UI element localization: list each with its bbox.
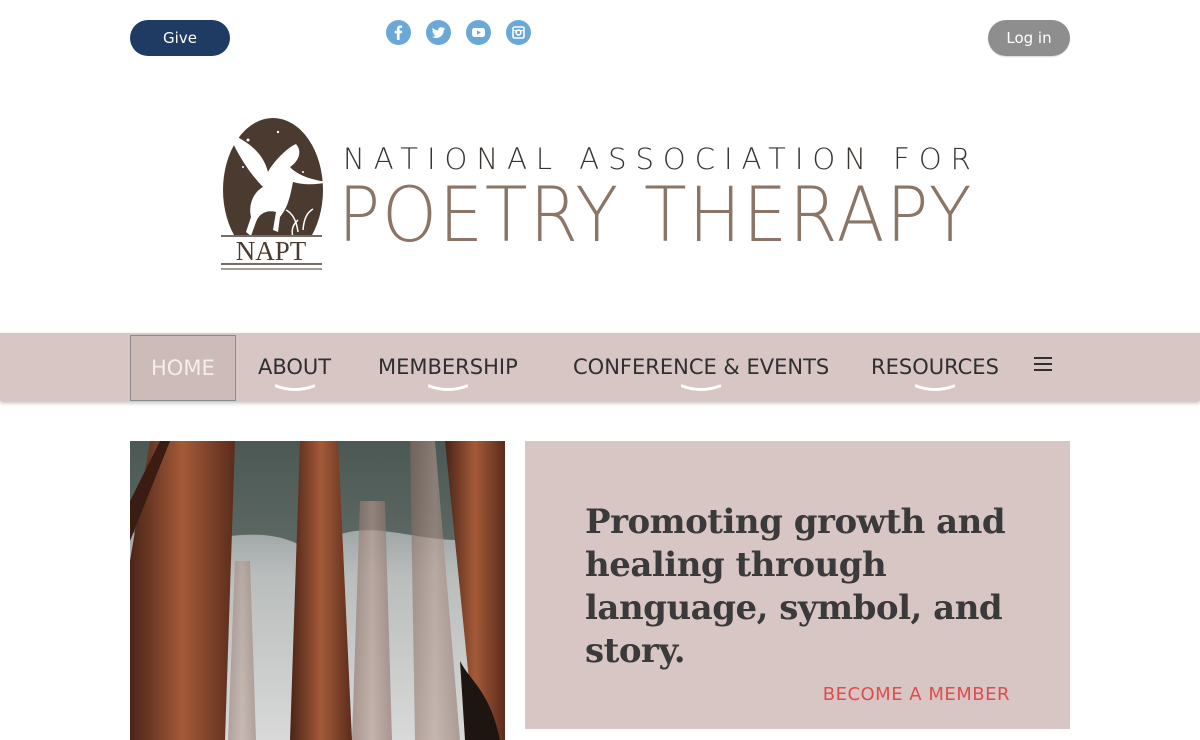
nav-item-home[interactable]: HOME <box>130 335 236 401</box>
become-member-link[interactable]: BECOME A MEMBER <box>823 684 1010 705</box>
nav-item-label: HOME <box>151 356 215 380</box>
submenu-indicator-icon <box>274 384 315 391</box>
nav-item-label: MEMBERSHIP <box>378 355 518 379</box>
pegasus-emblem-icon: NAPT <box>218 118 328 270</box>
site-logo[interactable]: NAPT NATIONAL ASSOCIATION FOR POETRY THE… <box>218 112 988 282</box>
social-links <box>386 20 531 45</box>
svg-text:NAPT: NAPT <box>236 236 307 266</box>
logo-title-line2: POETRY THERAPY <box>338 170 974 259</box>
submenu-indicator-icon <box>427 384 468 391</box>
instagram-icon[interactable] <box>506 20 531 45</box>
hero-card: Promoting growth and healing through lan… <box>525 441 1070 729</box>
facebook-icon[interactable] <box>386 20 411 45</box>
nav-item-label: ABOUT <box>258 355 332 379</box>
nav-item-membership[interactable]: MEMBERSHIP <box>378 333 518 401</box>
youtube-icon[interactable] <box>466 20 491 45</box>
submenu-indicator-icon <box>681 384 722 391</box>
main-navigation: HOME ABOUT MEMBERSHIP CONFERENCE & EVENT… <box>0 333 1200 401</box>
nav-item-conference-events[interactable]: CONFERENCE & EVENTS <box>573 333 829 401</box>
nav-item-label: RESOURCES <box>871 355 999 379</box>
hero-image-redwoods <box>130 441 505 740</box>
hero-tagline: Promoting growth and healing through lan… <box>585 502 1006 671</box>
submenu-indicator-icon <box>914 384 955 391</box>
give-button[interactable]: Give <box>130 20 230 56</box>
login-button[interactable]: Log in <box>988 20 1070 56</box>
hamburger-menu-icon[interactable] <box>1034 353 1052 373</box>
nav-item-label: CONFERENCE & EVENTS <box>573 355 830 379</box>
nav-item-resources[interactable]: RESOURCES <box>871 333 999 401</box>
twitter-icon[interactable] <box>426 20 451 45</box>
nav-item-about[interactable]: ABOUT <box>258 333 331 401</box>
